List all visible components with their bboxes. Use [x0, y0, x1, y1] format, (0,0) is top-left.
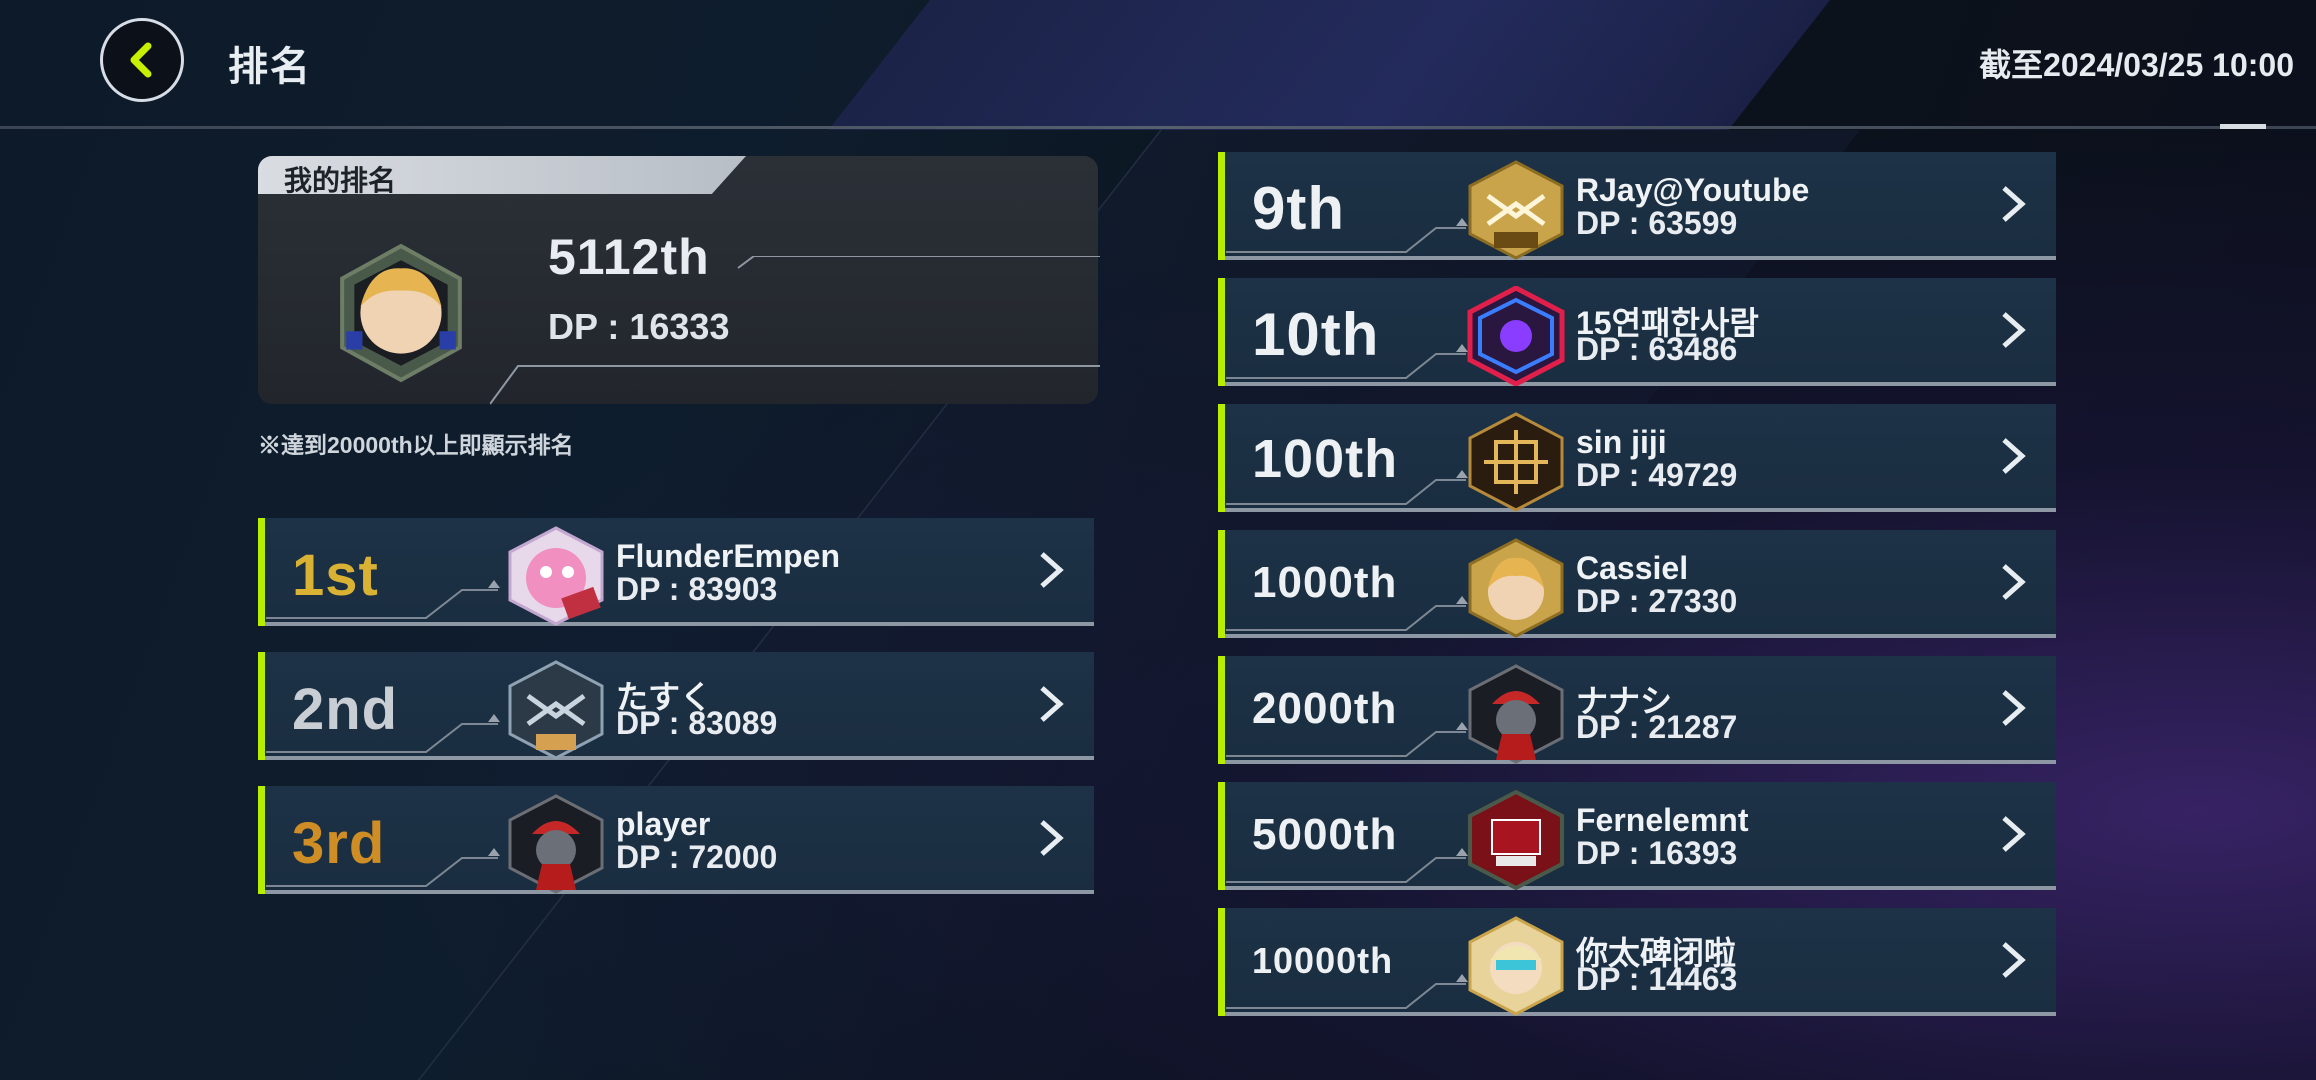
player-dp: DP : 63486: [1576, 331, 1738, 367]
my-dp-value: DP : 16333: [548, 306, 730, 347]
chevron-right-icon: [2002, 816, 2026, 852]
player-name: Fernelemnt: [1576, 802, 1749, 838]
player-dp: DP : 49729: [1576, 457, 1738, 493]
player-dp: DP : 27330: [1576, 583, 1738, 619]
deadline-text: 截至2024/03/25 10:00: [1979, 47, 2294, 83]
player-avatar: [1467, 286, 1565, 386]
player-dp: DP : 63599: [1576, 205, 1738, 241]
chevron-right-icon: [1040, 820, 1064, 856]
chevron-right-icon: [2002, 690, 2026, 726]
player-avatar: [508, 794, 604, 894]
player-dp: DP : 83903: [616, 571, 778, 607]
ranking-row-10th[interactable]: 10th 15연패한사람 DP : 63486: [1218, 278, 2056, 386]
row-accent-bar: [1218, 530, 1225, 638]
chevron-right-icon: [1040, 552, 1064, 588]
my-rank-value: 5112th: [548, 229, 710, 285]
player-avatar: [508, 526, 604, 626]
ranking-note: ※達到20000th以上即顯示排名: [258, 432, 574, 458]
row-accent-bar: [1218, 656, 1225, 764]
row-accent-bar: [258, 652, 265, 760]
row-accent-bar: [1218, 908, 1225, 1016]
player-name: sin jiji: [1576, 424, 1667, 460]
player-avatar: [508, 660, 604, 760]
row-accent-bar: [1218, 782, 1225, 890]
header-divider: [0, 126, 2316, 129]
chevron-right-icon: [2002, 942, 2026, 978]
player-avatar: [1468, 412, 1564, 512]
ranking-row-3rd[interactable]: 3rd player DP : 72000: [258, 786, 1094, 894]
ranking-row-100th[interactable]: 100th sin jiji DP : 49729: [1218, 404, 2056, 512]
my-avatar[interactable]: [330, 242, 472, 384]
chevron-right-icon: [1040, 686, 1064, 722]
ranking-row-2nd[interactable]: 2nd たすく DP : 83089: [258, 652, 1094, 760]
player-dp: DP : 83089: [616, 705, 778, 741]
row-accent-bar: [258, 518, 265, 626]
player-avatar: [1468, 160, 1564, 260]
ranking-row-5000th[interactable]: 5000th Fernelemnt DP : 16393: [1218, 782, 2056, 890]
ranking-row-1st[interactable]: 1st FlunderEmpen DP : 83903: [258, 518, 1094, 626]
player-avatar: [1468, 790, 1564, 890]
player-avatar: [1468, 664, 1564, 764]
row-accent-bar: [258, 786, 265, 894]
my-ranking-tab: 我的排名: [258, 156, 746, 194]
row-accent-bar: [1218, 152, 1225, 260]
player-dp: DP : 72000: [616, 839, 778, 875]
player-name: Cassiel: [1576, 550, 1689, 586]
chevron-right-icon: [2002, 564, 2026, 600]
ranking-row-1000th[interactable]: 1000th Cassiel DP : 27330: [1218, 530, 2056, 638]
row-accent-bar: [1218, 404, 1225, 512]
ranking-row-9th[interactable]: 9th RJay@Youtube DP : 63599: [1218, 152, 2056, 260]
my-ranking-tab-label: 我的排名: [284, 165, 397, 196]
chevron-right-icon: [2002, 438, 2026, 474]
page-title: 排名: [228, 45, 312, 89]
player-dp: DP : 21287: [1576, 709, 1738, 745]
player-name: RJay@Youtube: [1576, 172, 1810, 208]
player-name: FlunderEmpen: [616, 538, 841, 574]
row-accent-bar: [1218, 278, 1225, 386]
player-name: player: [616, 806, 711, 842]
header-tick: [2220, 124, 2266, 129]
player-dp: DP : 14463: [1576, 961, 1738, 997]
background-stripe: [828, 0, 1830, 130]
player-avatar: [1468, 916, 1564, 1016]
back-arrow-icon: [130, 42, 152, 78]
chevron-right-icon: [2002, 186, 2026, 222]
ranking-row-10000th[interactable]: 10000th 你太碑闭啦 DP : 14463: [1218, 908, 2056, 1016]
player-dp: DP : 16393: [1576, 835, 1738, 871]
ranking-row-2000th[interactable]: 2000th ナナシ DP : 21287: [1218, 656, 2056, 764]
player-avatar: [1468, 538, 1564, 638]
chevron-right-icon: [2002, 312, 2026, 348]
back-button[interactable]: [100, 18, 184, 102]
